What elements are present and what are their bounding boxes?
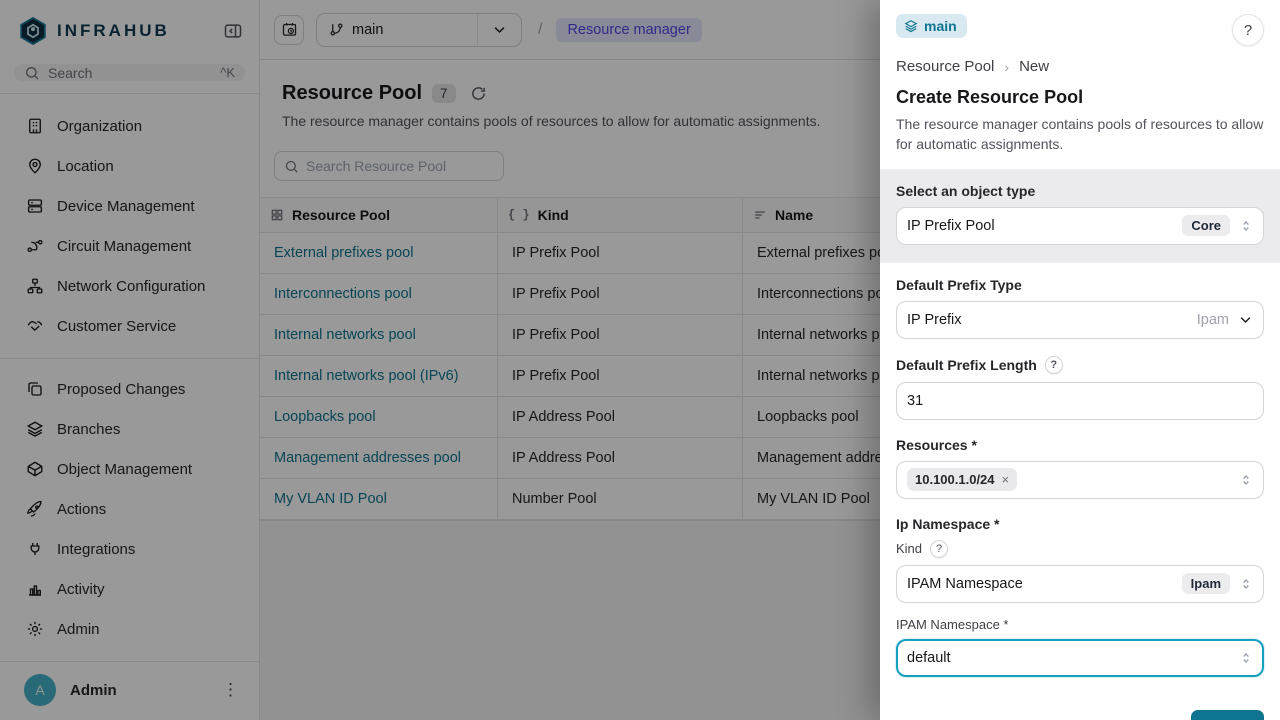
- resources-label: Resources *: [896, 437, 1264, 453]
- ipam-hint: Ipam: [1197, 312, 1229, 328]
- drawer-title: Create Resource Pool: [896, 87, 1264, 108]
- resources-multiselect[interactable]: 10.100.1.0/24 ×: [896, 461, 1264, 499]
- object-type-value: IP Prefix Pool: [907, 218, 1182, 234]
- breadcrumb-new: New: [1019, 58, 1049, 75]
- ip-namespace-group: Ip Namespace * Kind ? IPAM Namespace Ipa…: [896, 516, 1264, 677]
- resources-group: Resources * 10.100.1.0/24 ×: [896, 437, 1264, 499]
- ipam-namespace-label: IPAM Namespace *: [896, 617, 1264, 632]
- stepper-icon: [1239, 651, 1253, 665]
- stepper-icon: [1239, 219, 1253, 233]
- kind-label-row: Kind ?: [896, 540, 1264, 558]
- branch-badge[interactable]: main: [896, 14, 967, 38]
- default-prefix-type-group: Default Prefix Type IP Prefix Ipam: [896, 277, 1264, 339]
- layers-icon: [904, 19, 918, 33]
- save-button[interactable]: Save: [1191, 710, 1264, 720]
- core-badge: Core: [1182, 215, 1230, 236]
- kind-value: IPAM Namespace: [907, 576, 1182, 592]
- object-type-label: Select an object type: [896, 183, 1264, 199]
- help-button[interactable]: ?: [1232, 14, 1264, 46]
- default-prefix-type-select[interactable]: IP Prefix Ipam: [896, 301, 1264, 339]
- stepper-icon: [1239, 577, 1253, 591]
- default-prefix-length-label: Default Prefix Length ?: [896, 356, 1264, 374]
- stepper-icon: [1239, 473, 1253, 487]
- drawer-description: The resource manager contains pools of r…: [896, 114, 1264, 155]
- resource-chip: 10.100.1.0/24 ×: [907, 468, 1017, 491]
- object-type-section: Select an object type IP Prefix Pool Cor…: [880, 169, 1280, 263]
- ip-namespace-label: Ip Namespace *: [896, 516, 1264, 532]
- chevron-right-icon: ›: [1004, 59, 1009, 75]
- default-prefix-length-label-text: Default Prefix Length: [896, 357, 1037, 373]
- kind-select[interactable]: IPAM Namespace Ipam: [896, 565, 1264, 603]
- remove-chip-icon[interactable]: ×: [1002, 472, 1010, 487]
- default-prefix-length-input[interactable]: [907, 393, 1253, 409]
- breadcrumb-resource-pool[interactable]: Resource Pool: [896, 58, 994, 75]
- resources-chips: 10.100.1.0/24 ×: [907, 468, 1239, 491]
- drawer-breadcrumb: Resource Pool › New: [896, 58, 1264, 75]
- default-prefix-type-label: Default Prefix Type: [896, 277, 1264, 293]
- default-prefix-type-value: IP Prefix: [907, 312, 1197, 328]
- chevron-down-icon: [1238, 312, 1253, 327]
- resource-chip-label: 10.100.1.0/24: [915, 472, 995, 487]
- drawer-footer: Save: [880, 694, 1280, 720]
- default-prefix-length-field: [896, 382, 1264, 420]
- create-resource-pool-drawer: main ? Resource Pool › New Create Resour…: [880, 0, 1280, 720]
- drawer-form: Default Prefix Type IP Prefix Ipam Defau…: [880, 263, 1280, 694]
- branch-badge-label: main: [924, 18, 957, 34]
- ipam-namespace-value: default: [907, 650, 1239, 666]
- help-icon[interactable]: ?: [1045, 356, 1063, 374]
- object-type-select[interactable]: IP Prefix Pool Core: [896, 207, 1264, 245]
- help-icon[interactable]: ?: [930, 540, 948, 558]
- drawer-header: main ? Resource Pool › New Create Resour…: [880, 0, 1280, 169]
- default-prefix-length-group: Default Prefix Length ?: [896, 356, 1264, 420]
- ipam-badge: Ipam: [1182, 573, 1230, 594]
- ipam-namespace-select[interactable]: default: [896, 639, 1264, 677]
- kind-label: Kind: [896, 541, 922, 556]
